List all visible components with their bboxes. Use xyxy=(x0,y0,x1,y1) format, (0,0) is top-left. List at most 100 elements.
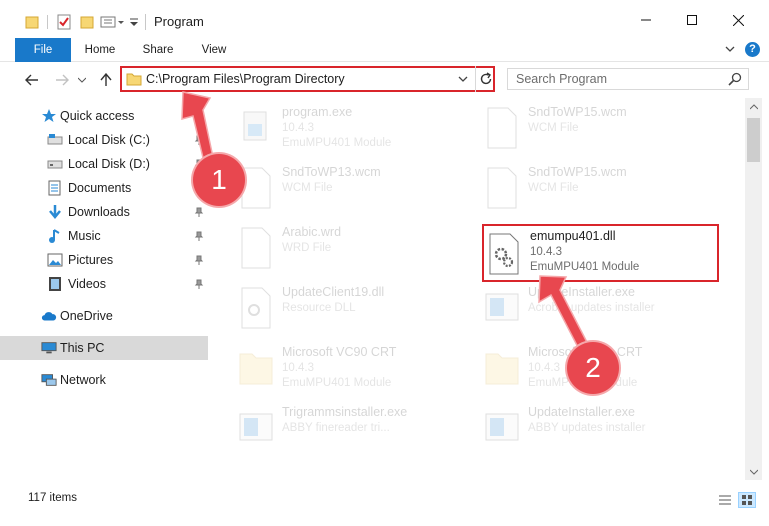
navigation-pane: Quick access Local Disk (C:) Local Disk … xyxy=(0,98,210,480)
tiles-view-icon[interactable] xyxy=(738,492,756,508)
file-name: Trigrammsinstaller.exe xyxy=(282,405,408,419)
navigation-bar: C:\Program Files\Program Directory Searc… xyxy=(0,62,769,98)
folder-icon xyxy=(239,353,273,385)
tab-file[interactable]: File xyxy=(15,38,71,62)
sidebar-item-local-disk-d[interactable]: Local Disk (D:) xyxy=(0,152,208,176)
view-dropdown-icon[interactable] xyxy=(99,13,125,31)
folder-icon xyxy=(126,71,142,90)
recent-locations-icon[interactable] xyxy=(76,71,88,89)
file-item[interactable]: UpdateClient19.dll Resource DLL xyxy=(234,278,474,338)
address-path: C:\Program Files\Program Directory xyxy=(146,72,345,86)
search-box[interactable]: Search Program xyxy=(507,68,749,90)
tab-view[interactable]: View xyxy=(190,38,238,62)
sidebar-item-quick-access[interactable]: Quick access xyxy=(0,104,208,128)
file-item[interactable]: Arabic.wrd WRD File xyxy=(234,218,474,278)
blank-file-icon xyxy=(241,227,271,269)
pin-icon[interactable] xyxy=(194,230,204,244)
file-item-emumpu401-dll[interactable]: emumpu401.dll 10.4.3 EmuMPU401 Module xyxy=(482,224,719,282)
ribbon-tabs: File Home Share View ? xyxy=(0,38,769,62)
close-icon xyxy=(732,14,744,26)
pin-icon[interactable] xyxy=(194,278,204,292)
up-arrow-icon[interactable] xyxy=(96,71,116,89)
search-icon[interactable] xyxy=(728,72,742,89)
file-detail: Acrobat updates installer xyxy=(528,302,655,314)
window-title: Program xyxy=(154,14,204,29)
file-item[interactable]: Trigrammsinstaller.exe ABBY finereader t… xyxy=(234,398,474,458)
downloads-icon xyxy=(47,204,63,220)
installer-icon xyxy=(239,413,273,441)
address-history-icon[interactable] xyxy=(458,73,468,87)
tab-share[interactable]: Share xyxy=(131,38,185,62)
sidebar-item-this-pc[interactable]: This PC xyxy=(0,336,208,360)
sidebar-item-label: Downloads xyxy=(68,205,130,219)
expand-ribbon-icon[interactable] xyxy=(725,43,735,57)
pin-icon[interactable] xyxy=(194,206,204,220)
scroll-down-icon[interactable] xyxy=(745,463,762,480)
customize-toolbar-icon[interactable] xyxy=(128,13,140,31)
title-separator xyxy=(145,14,146,30)
item-count: 117 items xyxy=(28,492,78,504)
file-name: UpdateInstaller.exe xyxy=(528,405,636,419)
scroll-up-icon[interactable] xyxy=(745,98,762,115)
drive-icon xyxy=(47,156,63,172)
file-name: Microsoft VC90 CRT xyxy=(282,345,397,359)
file-item[interactable]: SndToWP13.wcm WCM File xyxy=(234,158,474,218)
close-button[interactable] xyxy=(715,0,761,40)
minimize-button[interactable] xyxy=(623,0,669,40)
sidebar-item-downloads[interactable]: Downloads xyxy=(0,200,208,224)
minimize-icon xyxy=(641,19,651,21)
installer-icon xyxy=(485,293,519,321)
address-bar[interactable]: C:\Program Files\Program Directory xyxy=(120,66,495,92)
file-detail: EmuMPU401 Module xyxy=(530,261,640,273)
file-name: Arabic.wrd xyxy=(282,225,342,239)
tab-home[interactable]: Home xyxy=(75,38,125,62)
file-detail: 10.4.3 xyxy=(528,362,560,374)
installer-icon xyxy=(485,413,519,441)
sidebar-item-onedrive[interactable]: OneDrive xyxy=(0,304,208,328)
properties-icon[interactable] xyxy=(55,13,73,31)
sidebar-item-music[interactable]: Music xyxy=(0,224,208,248)
scrollbar-thumb[interactable] xyxy=(747,118,760,162)
details-view-icon[interactable] xyxy=(716,492,734,508)
file-item[interactable]: SndToWP15.wcm WCM File xyxy=(480,158,720,218)
file-name: UpdateClient19.dll xyxy=(282,285,385,299)
forward-arrow-icon[interactable] xyxy=(52,71,72,89)
sidebar-item-pictures[interactable]: Pictures xyxy=(0,248,208,272)
videos-icon xyxy=(47,276,63,292)
file-detail: 10.4.3 xyxy=(282,362,314,374)
file-name: SndToWP15.wcm xyxy=(528,165,627,179)
back-arrow-icon[interactable] xyxy=(22,71,42,89)
help-icon[interactable]: ? xyxy=(745,42,760,57)
cloud-icon xyxy=(41,308,57,324)
title-bar: Program xyxy=(0,0,769,40)
vertical-scrollbar[interactable] xyxy=(745,98,762,480)
file-name: SndToWP15.wcm xyxy=(528,105,627,119)
file-detail: WCM File xyxy=(282,182,333,194)
file-item[interactable]: UpdateInstaller.exe ABBY updates install… xyxy=(480,398,720,458)
sidebar-item-documents[interactable]: Documents xyxy=(0,176,208,200)
file-item[interactable]: SndToWP15.wcm WCM File xyxy=(480,98,720,158)
star-icon xyxy=(41,108,57,124)
file-item[interactable]: program.exe 10.4.3 EmuMPU401 Module xyxy=(234,98,474,158)
folder-icon xyxy=(485,353,519,385)
pin-icon[interactable] xyxy=(194,254,204,268)
sidebar-item-network[interactable]: Network xyxy=(0,368,208,392)
file-detail: WCM File xyxy=(528,182,579,194)
file-name: UpdateInstaller.exe xyxy=(528,285,636,299)
sidebar-item-label: Local Disk (D:) xyxy=(68,157,150,171)
file-detail: EmuMPU401 Module xyxy=(282,137,392,149)
refresh-button[interactable] xyxy=(475,66,495,92)
pin-icon[interactable] xyxy=(194,134,204,148)
dll-gear-icon xyxy=(489,233,519,275)
new-folder-icon[interactable] xyxy=(79,13,95,31)
file-name: SndToWP13.wcm xyxy=(282,165,381,179)
sidebar-item-local-disk-c[interactable]: Local Disk (C:) xyxy=(0,128,208,152)
maximize-button[interactable] xyxy=(669,0,715,40)
file-item[interactable]: UpdateInstaller.exe Acrobat updates inst… xyxy=(480,278,720,338)
sidebar-item-videos[interactable]: Videos xyxy=(0,272,208,296)
drive-icon xyxy=(47,132,63,148)
file-name: program.exe xyxy=(282,105,353,119)
dll-icon xyxy=(241,287,271,329)
file-item[interactable]: Microsoft VC90 CRT 10.4.3 EmuMPU401 Modu… xyxy=(234,338,474,398)
sidebar-item-label: Pictures xyxy=(68,253,114,267)
